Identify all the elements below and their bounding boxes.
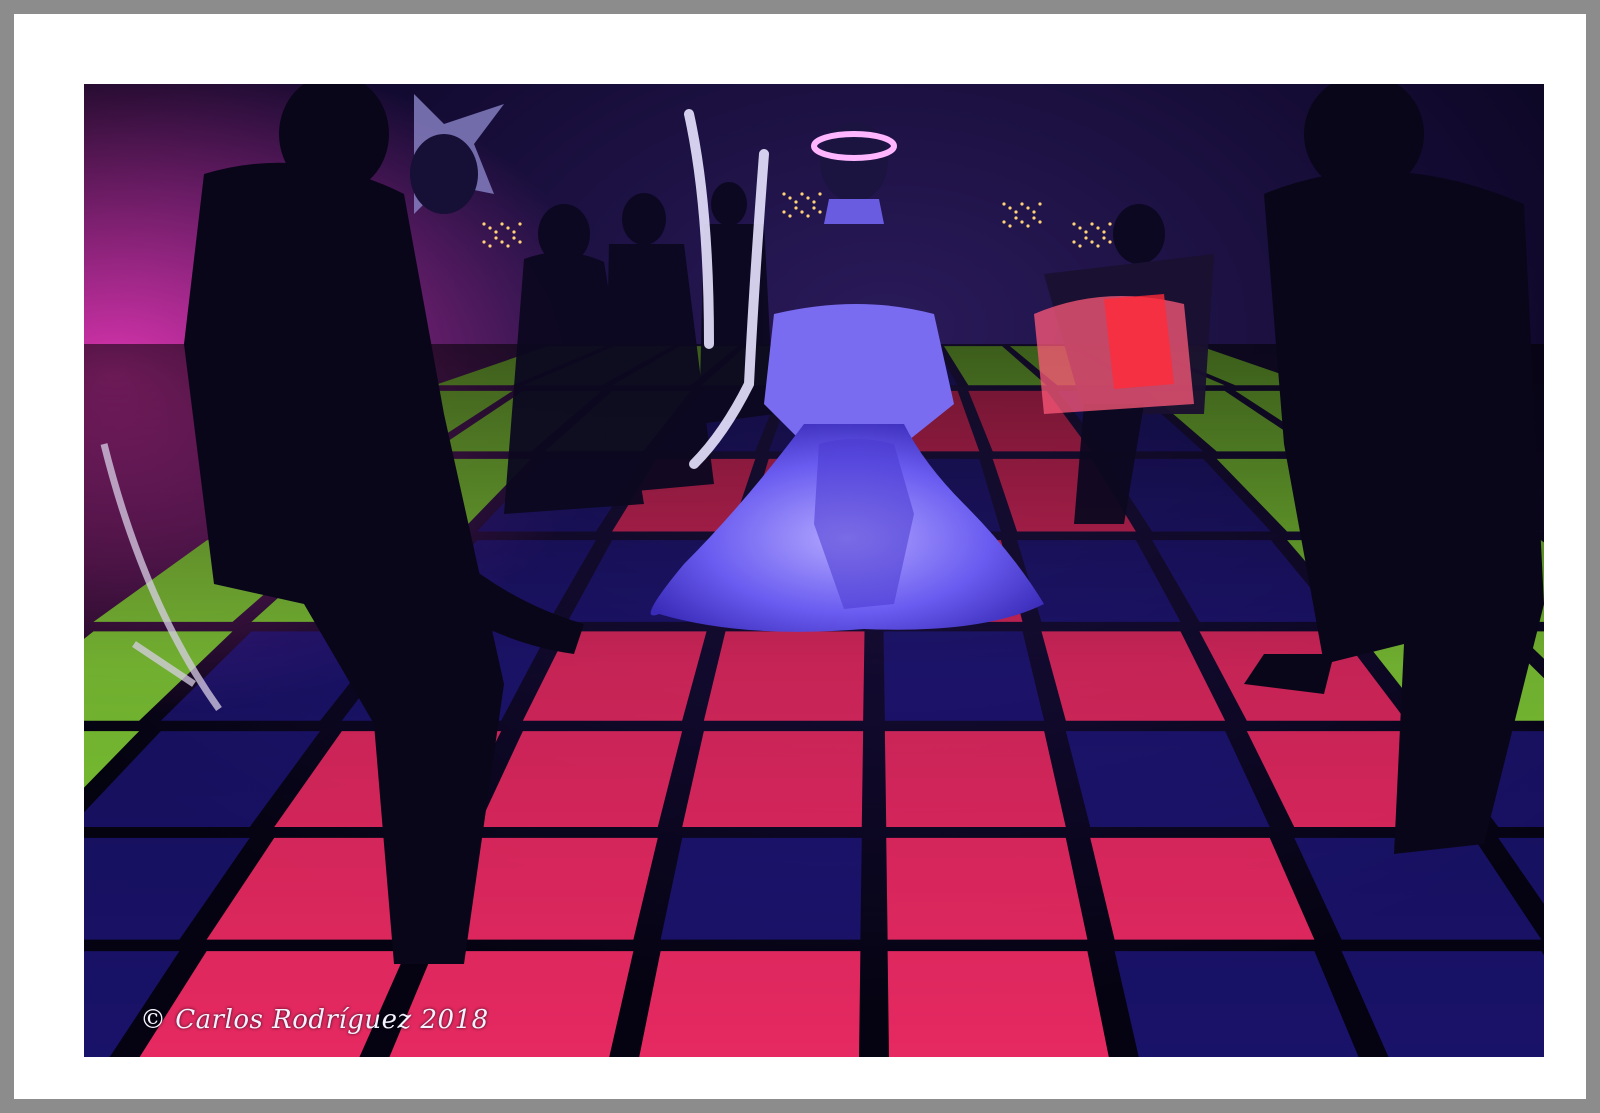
light-dot [1038,202,1042,206]
light-dot [1090,222,1094,226]
light-dot [1020,220,1024,224]
light-dot [818,210,822,214]
photo-frame: © Carlos Rodríguez 2018 [14,14,1586,1099]
light-dot [512,230,516,234]
light-dot [1108,240,1112,244]
light-dot [1108,222,1112,226]
light-dot [806,214,810,218]
photographer-watermark: © Carlos Rodríguez 2018 [140,1005,489,1035]
dance-floor-photo: © Carlos Rodríguez 2018 [84,84,1544,1057]
light-dot [1084,236,1088,240]
light-dot [800,210,804,214]
light-dot [1014,210,1018,214]
light-dot [1078,244,1082,248]
light-dot [1078,226,1082,230]
light-dot [800,192,804,196]
light-dot [1002,220,1006,224]
light-dot [812,206,816,210]
light-dot [812,200,816,204]
dancer-right-group [1034,294,1194,414]
light-dot [494,236,498,240]
photo-illustration [84,84,1544,1057]
light-dot [1032,216,1036,220]
light-dot [482,240,486,244]
light-dot [1096,226,1100,230]
light-dot [782,210,786,214]
light-dot [494,230,498,234]
light-dot [506,226,510,230]
light-dot [1090,240,1094,244]
light-dot [794,206,798,210]
light-dot [1020,202,1024,206]
light-dot [788,214,792,218]
light-dot [1026,206,1030,210]
light-dot [818,192,822,196]
light-dot [1032,210,1036,214]
light-dot [518,240,522,244]
light-dot [1008,206,1012,210]
light-dot [1084,230,1088,234]
light-dot [488,226,492,230]
light-dot [1072,240,1076,244]
light-dot [1072,222,1076,226]
light-dot [1102,230,1106,234]
light-dot [1038,220,1042,224]
light-dot [1014,216,1018,220]
light-dot [1096,244,1100,248]
light-dot [500,222,504,226]
light-dot [506,244,510,248]
light-dot [806,196,810,200]
light-dot [500,240,504,244]
light-dot [1008,224,1012,228]
light-dot [1026,224,1030,228]
light-dot [482,222,486,226]
light-dot [788,196,792,200]
light-dot [518,222,522,226]
light-dot [488,244,492,248]
light-dot [1102,236,1106,240]
light-dot [1002,202,1006,206]
light-dot [794,200,798,204]
light-dot [512,236,516,240]
light-dot [782,192,786,196]
